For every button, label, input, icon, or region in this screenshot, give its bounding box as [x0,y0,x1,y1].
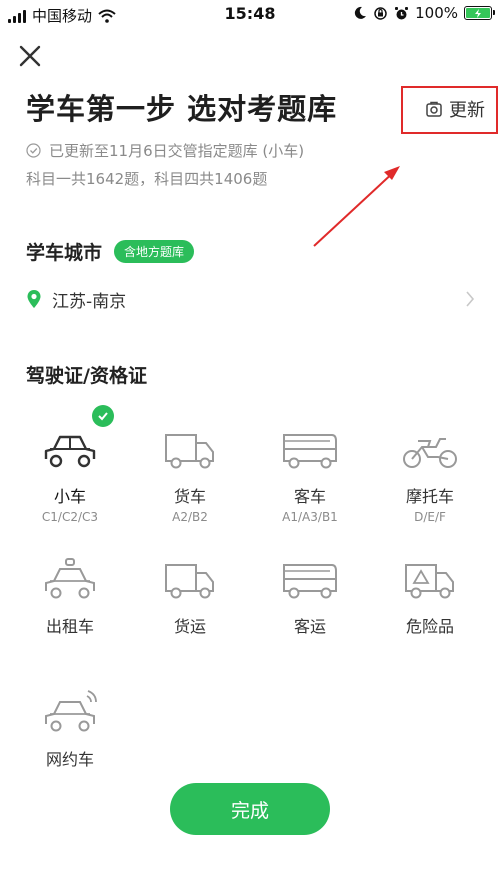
license-item-motorcycle[interactable]: 摩托车 D/E/F [370,425,490,524]
battery-charging-icon [464,6,495,20]
page: 中国移动 15:48 100% 学车第一步 选对考题库 更新 已更新至11月6日… [0,0,500,889]
page-title: 学车第一步 选对考题库 [26,92,338,126]
status-right: 100% [353,4,495,22]
license-item-code: A1/A3/B1 [282,510,338,524]
moon-icon [354,6,367,19]
location-pin-icon [27,290,41,308]
hazmat-truck-icon [405,564,454,599]
license-item-bus[interactable]: 客车 A1/A3/B1 [250,425,370,524]
license-item-freight[interactable]: 货运 [130,555,250,637]
ride-hailing-car-icon [45,690,97,732]
license-item-hazmat[interactable]: 危险品 [370,555,490,637]
annotation-arrow-icon [313,166,400,247]
license-item-code: C1/C2/C3 [41,510,99,524]
update-button[interactable]: 更新 [425,96,485,122]
motorcycle-icon [403,438,457,468]
car-icon [44,435,96,468]
selected-check-icon [92,405,114,427]
city-section-title: 学车城市 [26,242,103,264]
city-selector[interactable]: 江苏-南京 [26,284,484,314]
truck-icon [165,434,214,469]
license-item-name: 摩托车 [405,487,454,506]
chevron-right-icon [466,291,475,307]
check-circle-icon [26,143,41,158]
license-item-name: 货车 [173,487,206,506]
license-item-code: A2/B2 [172,510,208,524]
license-item-name: 货运 [173,617,206,636]
city-section-header: 学车城市 含地方题库 [26,238,195,265]
license-item-taxi[interactable]: 出租车 [10,555,130,637]
refresh-icon [426,101,442,117]
update-status: 已更新至11月6日交管指定题库 (小车) [26,140,304,161]
bus-icon [283,434,337,469]
update-status-text: 已更新至11月6日交管指定题库 (小车) [49,142,305,160]
license-item-ride-hailing[interactable]: 网约车 [10,688,130,770]
license-item-car[interactable]: 小车 C1/C2/C3 [10,425,130,524]
passenger-bus-icon [283,564,337,599]
license-item-name: 小车 [53,487,86,506]
license-section-title: 驾驶证/资格证 [26,365,147,387]
license-item-name: 出租车 [45,617,94,636]
city-name: 江苏-南京 [52,291,127,312]
license-item-name: 危险品 [405,617,454,636]
license-item-code: D/E/F [414,510,446,524]
orientation-lock-icon [374,6,387,20]
close-icon [19,45,41,67]
license-item-name: 客车 [293,487,326,506]
status-bar: 中国移动 15:48 100% [0,0,500,28]
taxi-icon [45,558,95,599]
update-label: 更新 [449,100,485,121]
local-bank-badge: 含地方题库 [114,240,195,263]
license-item-name: 客运 [293,617,326,636]
question-count: 科目一共1642题，科目四共1406题 [26,170,268,188]
close-button[interactable] [16,42,44,70]
alarm-icon [395,6,409,19]
license-item-truck[interactable]: 货车 A2/B2 [130,425,250,524]
battery-percent: 100% [415,4,458,22]
license-item-passenger[interactable]: 客运 [250,555,370,637]
freight-truck-icon [165,564,214,599]
done-button[interactable]: 完成 [170,783,330,835]
license-item-name: 网约车 [45,750,94,769]
